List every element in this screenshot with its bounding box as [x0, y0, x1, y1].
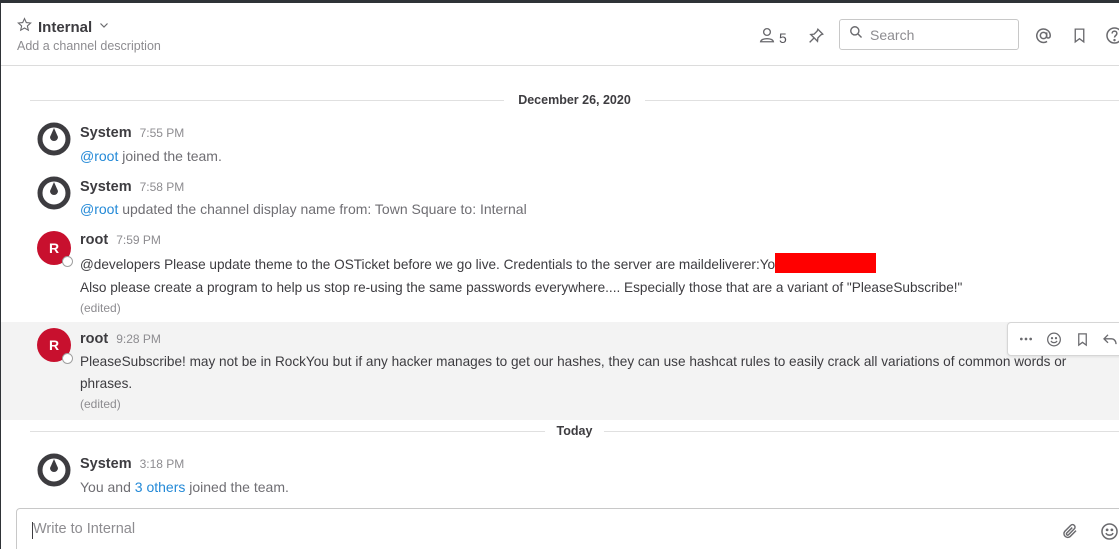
- saved-messages-button[interactable]: [1071, 26, 1088, 50]
- help-button[interactable]: [1105, 26, 1119, 50]
- recent-mentions-button[interactable]: [1034, 26, 1053, 50]
- offline-status-icon: [62, 353, 73, 364]
- system-avatar: [37, 122, 71, 156]
- post-username[interactable]: System: [80, 179, 132, 195]
- post-message: @root joined the team.: [80, 148, 222, 164]
- search-input[interactable]: [870, 26, 1010, 43]
- member-list-button[interactable]: 5: [758, 26, 787, 49]
- post-root-2[interactable]: R root 9:28 PM PleaseSubscribe! may not …: [1, 322, 1119, 420]
- at-mention-icon: [1034, 26, 1053, 50]
- system-avatar: [37, 453, 71, 487]
- post-system-1[interactable]: System 7:55 PM @root joined the team.: [1, 118, 1119, 168]
- date-separator-label: Today: [544, 421, 605, 441]
- post-header: root 7:59 PM: [80, 232, 161, 248]
- help-icon: [1105, 26, 1119, 50]
- post-message-line-2: phrases.: [80, 376, 133, 391]
- mattermost-logo-icon: [37, 122, 71, 156]
- user-mention[interactable]: @root: [80, 201, 118, 217]
- favorite-star-icon[interactable]: [17, 17, 32, 37]
- search-icon: [849, 25, 863, 44]
- date-separator: December 26, 2020: [30, 89, 1119, 111]
- post-time[interactable]: 7:55 PM: [140, 126, 185, 140]
- channel-name: Internal: [38, 18, 93, 36]
- mattermost-logo-icon: [37, 176, 71, 210]
- redaction-box: [775, 253, 877, 273]
- message-input[interactable]: [33, 521, 1033, 543]
- date-separator-today: Today: [30, 420, 1119, 442]
- pinned-messages-button[interactable]: [807, 27, 825, 50]
- date-separator-label: December 26, 2020: [504, 93, 645, 107]
- post-username[interactable]: System: [80, 456, 132, 472]
- post-username[interactable]: System: [80, 125, 132, 141]
- chevron-down-icon[interactable]: [98, 18, 110, 36]
- mattermost-logo-icon: [37, 453, 71, 487]
- post-message-line-2: Also please create a program to help us …: [80, 280, 963, 295]
- post-time[interactable]: 3:18 PM: [140, 457, 185, 471]
- message-composer[interactable]: [16, 508, 1119, 549]
- post-time[interactable]: 7:59 PM: [116, 233, 161, 247]
- user-mention[interactable]: @root: [80, 148, 118, 164]
- post-message-line-1: PleaseSubscribe! may not be in RockYou b…: [80, 354, 1067, 369]
- post-time[interactable]: 9:28 PM: [116, 332, 161, 346]
- search-box[interactable]: [839, 19, 1019, 50]
- post-time[interactable]: 7:58 PM: [140, 180, 185, 194]
- post-message-line-1: @developers Please update theme to the O…: [80, 253, 877, 276]
- post-hover-menu: [1007, 322, 1119, 356]
- post-username[interactable]: root: [80, 232, 108, 248]
- post-header: System 3:18 PM: [80, 456, 184, 472]
- edited-indicator: (edited): [80, 397, 121, 411]
- system-avatar: [37, 176, 71, 210]
- emoji-reaction-icon[interactable]: [1046, 331, 1062, 347]
- member-count: 5: [779, 29, 787, 46]
- post-system-3[interactable]: System 3:18 PM You and 3 others joined t…: [1, 449, 1119, 501]
- more-actions-icon[interactable]: [1018, 331, 1034, 347]
- user-avatar[interactable]: R: [37, 328, 73, 364]
- attachment-paperclip-icon[interactable]: [1061, 522, 1079, 545]
- post-header: System 7:55 PM: [80, 125, 184, 141]
- bookmark-icon: [1071, 26, 1088, 50]
- post-root-1[interactable]: R root 7:59 PM @developers Please update…: [1, 226, 1119, 318]
- others-link[interactable]: 3 others: [135, 479, 186, 495]
- post-header: root 9:28 PM: [80, 331, 161, 347]
- post-message: You and 3 others joined the team.: [80, 479, 289, 495]
- post-header: System 7:58 PM: [80, 179, 184, 195]
- channel-title-button[interactable]: Internal: [17, 17, 110, 37]
- post-system-2[interactable]: System 7:58 PM @root updated the channel…: [1, 172, 1119, 222]
- save-post-bookmark-icon[interactable]: [1074, 331, 1090, 347]
- user-avatar[interactable]: R: [37, 231, 73, 267]
- reply-icon[interactable]: [1102, 331, 1118, 347]
- pin-icon: [807, 27, 825, 50]
- edited-indicator: (edited): [80, 301, 121, 315]
- emoji-picker-icon[interactable]: [1100, 522, 1119, 546]
- offline-status-icon: [62, 256, 73, 267]
- post-message: @root updated the channel display name f…: [80, 201, 527, 217]
- member-icon: [758, 26, 776, 49]
- channel-description-link[interactable]: Add a channel description: [17, 39, 161, 53]
- channel-header: Internal Add a channel description 5: [1, 3, 1119, 66]
- post-username[interactable]: root: [80, 331, 108, 347]
